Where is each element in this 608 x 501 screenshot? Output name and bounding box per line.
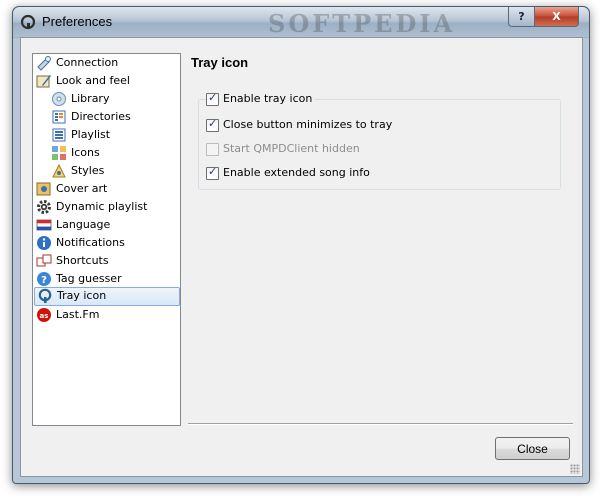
checkbox-box[interactable]: ✓ [206, 165, 219, 180]
sidebar-item-tray-icon[interactable]: Tray icon [34, 287, 180, 306]
sidebar-item-look-and-feel[interactable]: Look and feel [36, 72, 176, 90]
shortcuts-icon [36, 253, 52, 269]
language-flag-icon [36, 217, 52, 233]
playlist-icon [51, 127, 67, 143]
resize-grip[interactable] [570, 464, 580, 474]
footer-separator [188, 423, 573, 425]
sidebar-item-directories[interactable]: Directories [51, 108, 176, 126]
icons-icon [51, 145, 67, 161]
sidebar-item-notifications[interactable]: Notifications [36, 234, 176, 252]
close-button[interactable]: Close [495, 437, 570, 460]
gear-icon [36, 199, 52, 215]
connection-icon [36, 55, 52, 71]
sidebar-item-icons[interactable]: Icons [51, 144, 176, 162]
checkbox-box[interactable]: ✓ [206, 91, 219, 106]
checkmark-icon: ✓ [208, 165, 218, 178]
sidebar-item-language[interactable]: Language [36, 216, 176, 234]
sidebar-item-playlist[interactable]: Playlist [51, 126, 176, 144]
sidebar-item-tag-guesser[interactable]: ? Tag guesser [36, 270, 176, 288]
page-title: Tray icon [191, 55, 249, 70]
question-icon: ? [36, 271, 52, 287]
checkbox-box[interactable]: ✓ [206, 117, 219, 132]
sidebar-item-shortcuts[interactable]: Shortcuts [36, 252, 176, 270]
sidebar-item-dynamic-playlist[interactable]: Dynamic playlist [36, 198, 176, 216]
tray-icon [37, 288, 53, 304]
library-icon [51, 91, 67, 107]
info-icon [36, 235, 52, 251]
watermark: SOFTPEDIA [268, 9, 456, 38]
preferences-sidebar: Connection Look and feel Library Directo… [32, 53, 181, 426]
directories-icon [51, 109, 67, 125]
checkmark-icon: ✓ [208, 91, 218, 104]
sidebar-item-connection[interactable]: Connection [36, 54, 176, 72]
checkmark-icon: ✓ [208, 117, 218, 130]
sidebar-item-lastfm[interactable]: as Last.Fm [36, 306, 176, 324]
window-title: Preferences [42, 14, 113, 29]
styles-icon [51, 163, 67, 179]
window-close-button[interactable]: X [534, 7, 579, 27]
sidebar-item-cover-art[interactable]: Cover art [36, 180, 176, 198]
dialog-client-area: Connection Look and feel Library Directo… [20, 37, 583, 477]
preferences-window: SOFTPEDIA Preferences ? X Connection Loo… [12, 6, 590, 484]
look-and-feel-icon [36, 73, 52, 89]
sidebar-item-styles[interactable]: Styles [51, 162, 176, 180]
sidebar-item-library[interactable]: Library [51, 90, 176, 108]
cover-art-icon [36, 181, 52, 197]
lastfm-icon: as [36, 307, 52, 323]
svg-text:as: as [40, 312, 49, 320]
svg-text:?: ? [41, 275, 47, 286]
title-bar[interactable]: SOFTPEDIA Preferences ? X [13, 7, 589, 38]
help-button[interactable]: ? [508, 7, 535, 27]
checkbox-box [206, 143, 219, 156]
app-icon [20, 14, 36, 30]
